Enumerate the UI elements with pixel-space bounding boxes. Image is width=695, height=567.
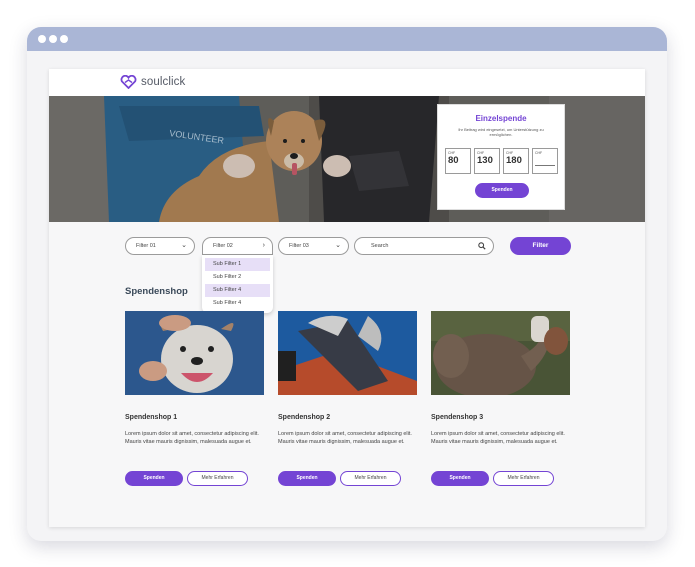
browser-titlebar — [27, 27, 667, 51]
filter-02-select[interactable]: Filter 02 › — [202, 237, 273, 255]
browser-window: soulclick VOLUNTEER Einzelspende Ihr Bei… — [27, 27, 667, 541]
card-image[interactable] — [278, 311, 417, 395]
logo[interactable]: soulclick — [120, 75, 185, 89]
filter-label: Filter 03 — [289, 243, 309, 249]
card-description: Lorem ipsum dolor sit amet, consectetur … — [431, 431, 565, 445]
site-header: soulclick — [49, 69, 645, 96]
window-dot-icon[interactable] — [38, 35, 46, 43]
card-description: Lorem ipsum dolor sit amet, consectetur … — [125, 431, 259, 445]
learn-more-button[interactable]: Mehr Erfahren — [340, 471, 401, 486]
filter-button[interactable]: Filter — [510, 237, 571, 255]
donation-subtitle: Ihr Beitrag wird eingesetzt, um Unterstü… — [458, 127, 544, 137]
search-icon[interactable] — [478, 242, 486, 250]
card-title: Spendenshop 3 — [431, 414, 484, 421]
search-placeholder: Search — [371, 243, 389, 249]
filter-label: Filter 01 — [136, 243, 156, 249]
amount-value: 130 — [477, 155, 493, 166]
hero-image: VOLUNTEER Einzelspende Ihr Beitrag wird … — [49, 96, 645, 222]
dropdown-option[interactable]: Sub Filter 4 — [205, 297, 270, 310]
amount-option[interactable]: CHF 180 — [503, 148, 529, 174]
donate-button[interactable]: Spenden — [431, 471, 489, 486]
chevron-down-icon: ⌄ — [335, 242, 341, 249]
amount-option[interactable]: CHF 80 — [445, 148, 471, 174]
heart-logo-icon — [120, 75, 137, 89]
shop-card: Spendenshop 3 Lorem ipsum dolor sit amet… — [431, 311, 571, 486]
window-dot-icon[interactable] — [60, 35, 68, 43]
window-dot-icon[interactable] — [49, 35, 57, 43]
card-image[interactable] — [125, 311, 264, 395]
learn-more-button[interactable]: Mehr Erfahren — [187, 471, 248, 486]
web-page: soulclick VOLUNTEER Einzelspende Ihr Bei… — [49, 69, 645, 527]
custom-amount-field[interactable]: CHF — [532, 148, 558, 174]
filter-label: Filter 02 — [213, 243, 233, 249]
dropdown-option[interactable]: Sub Filter 1 — [205, 258, 270, 271]
shop-card: Spendenshop 2 Lorem ipsum dolor sit amet… — [278, 311, 418, 486]
dropdown-option[interactable]: Sub Filter 2 — [205, 271, 270, 284]
learn-more-button[interactable]: Mehr Erfahren — [493, 471, 554, 486]
amount-value: 80 — [448, 155, 459, 166]
chevron-right-icon: › — [262, 242, 265, 249]
chevron-down-icon: ⌄ — [181, 242, 187, 249]
card-image[interactable] — [431, 311, 570, 395]
filter-01-select[interactable]: Filter 01 ⌄ — [125, 237, 195, 255]
card-title: Spendenshop 2 — [278, 414, 331, 421]
shop-card: Spendenshop 1 Lorem ipsum dolor sit amet… — [125, 311, 265, 486]
section-title: Spendenshop — [125, 286, 188, 297]
card-title: Spendenshop 1 — [125, 414, 178, 421]
input-underline — [535, 165, 555, 166]
amount-option[interactable]: CHF 130 — [474, 148, 500, 174]
filter-03-select[interactable]: Filter 03 ⌄ — [278, 237, 349, 255]
amount-options: CHF 80 CHF 130 CHF 180 CHF — [445, 148, 558, 174]
dropdown-option[interactable]: Sub Filter 4 — [205, 284, 270, 297]
brand-name: soulclick — [141, 76, 186, 88]
card-description: Lorem ipsum dolor sit amet, consectetur … — [278, 431, 412, 445]
donation-title: Einzelspende — [475, 114, 527, 123]
search-input[interactable]: Search — [354, 237, 494, 255]
filter-02-dropdown: Sub Filter 1 Sub Filter 2 Sub Filter 4 S… — [202, 255, 273, 313]
donate-button[interactable]: Spenden — [278, 471, 336, 486]
donate-button[interactable]: Spenden — [125, 471, 183, 486]
currency-label: CHF — [535, 151, 543, 155]
amount-value: 180 — [506, 155, 522, 166]
donation-form: Einzelspende Ihr Beitrag wird eingesetzt… — [437, 104, 565, 210]
donate-button[interactable]: Spenden — [475, 183, 529, 198]
